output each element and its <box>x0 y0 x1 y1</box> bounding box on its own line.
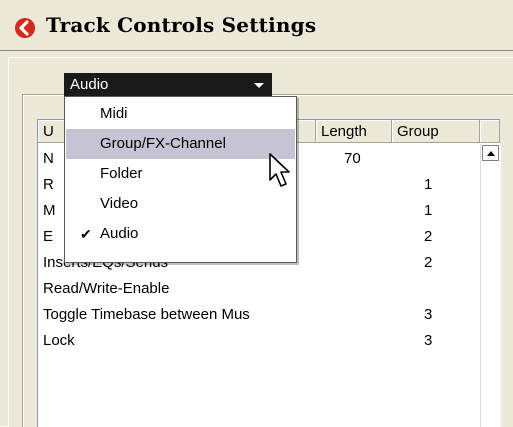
dropdown-option-label: Group/FX-Channel <box>100 135 226 152</box>
track-type-select-value: Audio <box>70 76 109 93</box>
column-header-group[interactable]: Group <box>392 120 480 143</box>
dropdown-option-label: Folder <box>100 165 143 182</box>
column-header-length[interactable]: Length <box>316 120 392 143</box>
table-row[interactable]: Toggle Timebase between Mus 3 <box>38 302 480 328</box>
title-bar[interactable]: Track Controls Settings <box>0 0 513 50</box>
vertical-scrollbar[interactable] <box>480 144 501 427</box>
row-name: Toggle Timebase between Mus <box>43 306 250 323</box>
dropdown-option[interactable]: Midi <box>66 99 295 129</box>
dropdown-arrow-icon <box>254 83 264 88</box>
mouse-pointer-icon <box>269 153 290 187</box>
dropdown-option[interactable]: Folder <box>66 159 295 189</box>
app-logo-icon <box>15 18 35 38</box>
window-title: Track Controls Settings <box>46 13 317 37</box>
dropdown-option-label: Midi <box>100 105 128 122</box>
dropdown-option[interactable]: Video <box>66 189 295 219</box>
row-group: 3 <box>424 332 433 349</box>
row-group: 1 <box>424 202 433 219</box>
scroll-up-button[interactable] <box>482 145 499 161</box>
track-type-select[interactable]: Audio <box>64 73 272 96</box>
row-name: Lock <box>43 332 75 349</box>
title-divider <box>0 50 513 51</box>
table-row[interactable]: Read/Write-Enable <box>38 276 480 302</box>
checkmark-icon: ✔ <box>80 226 92 242</box>
dropdown-option-label: Audio <box>100 225 139 242</box>
column-header-spacer <box>480 120 500 143</box>
row-length: 70 <box>344 150 361 167</box>
row-group: 3 <box>424 306 433 323</box>
track-controls-settings-window: Track Controls Settings U Length Group N… <box>0 0 513 427</box>
row-name: Read/Write-Enable <box>43 280 170 297</box>
table-row[interactable]: Lock 3 <box>38 328 480 354</box>
dropdown-option-label: Video <box>100 195 139 212</box>
dropdown-option[interactable]: Group/FX-Channel <box>66 129 295 159</box>
scroll-up-arrow-icon <box>487 151 495 156</box>
track-type-dropdown-menu: Midi Group/FX-Channel Folder Video ✔ Audio <box>64 96 297 263</box>
dropdown-option[interactable]: ✔ Audio <box>66 219 295 249</box>
row-group: 2 <box>424 254 433 271</box>
row-group: 2 <box>424 228 433 245</box>
row-group: 1 <box>424 176 433 193</box>
